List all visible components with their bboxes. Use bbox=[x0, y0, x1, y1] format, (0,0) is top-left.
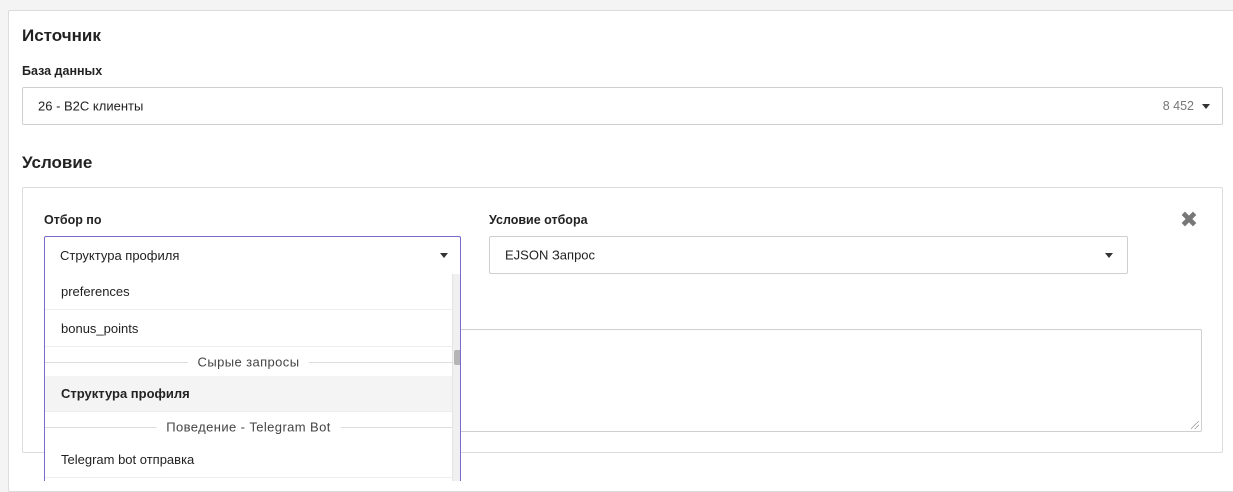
database-label: База данных bbox=[22, 64, 103, 78]
database-record-count: 8 452 bbox=[1162, 99, 1194, 113]
filter-by-label: Отбор по bbox=[44, 213, 102, 227]
filter-by-select-value: Структура профиля bbox=[60, 248, 180, 263]
close-icon[interactable]: ✖ bbox=[1179, 209, 1199, 231]
dropdown-group-header: Сырые запросы bbox=[45, 347, 452, 377]
query-textarea[interactable] bbox=[444, 329, 1202, 432]
chevron-down-icon bbox=[1202, 104, 1210, 109]
dropdown-option[interactable]: preferences bbox=[45, 274, 452, 310]
dropdown-option-selected[interactable]: Структура профиля bbox=[45, 376, 452, 412]
resize-handle-icon[interactable] bbox=[1191, 421, 1199, 429]
condition-heading: Условие bbox=[22, 153, 93, 172]
group-label: Поведение - Telegram Bot bbox=[156, 419, 341, 435]
dropdown-group-header: Поведение - Telegram Bot bbox=[45, 412, 452, 442]
chevron-down-icon bbox=[1105, 253, 1113, 258]
group-label: Сырые запросы bbox=[187, 354, 310, 370]
database-select-value: 26 - B2C клиенты bbox=[38, 98, 144, 114]
criteria-select[interactable]: EJSON Запрос bbox=[489, 236, 1128, 274]
filter-by-dropdown[interactable]: Структура профиля preferences bonus_poin… bbox=[44, 236, 461, 481]
criteria-select-value: EJSON Запрос bbox=[505, 247, 596, 263]
filter-by-select[interactable]: Структура профиля bbox=[45, 237, 460, 274]
scrollbar-thumb[interactable] bbox=[454, 350, 460, 365]
database-select[interactable]: 26 - B2C клиенты 8 452 bbox=[22, 87, 1223, 125]
dropdown-option[interactable]: Telegram bot отправка bbox=[45, 442, 452, 478]
dropdown-scrollbar[interactable] bbox=[452, 274, 460, 481]
source-heading: Источник bbox=[22, 26, 101, 45]
dropdown-option[interactable]: bonus_points bbox=[45, 311, 452, 347]
criteria-label: Условие отбора bbox=[489, 213, 588, 227]
chevron-down-icon bbox=[440, 253, 448, 258]
dropdown-option-list: preferences bonus_points Сырые запросы С… bbox=[45, 274, 452, 481]
